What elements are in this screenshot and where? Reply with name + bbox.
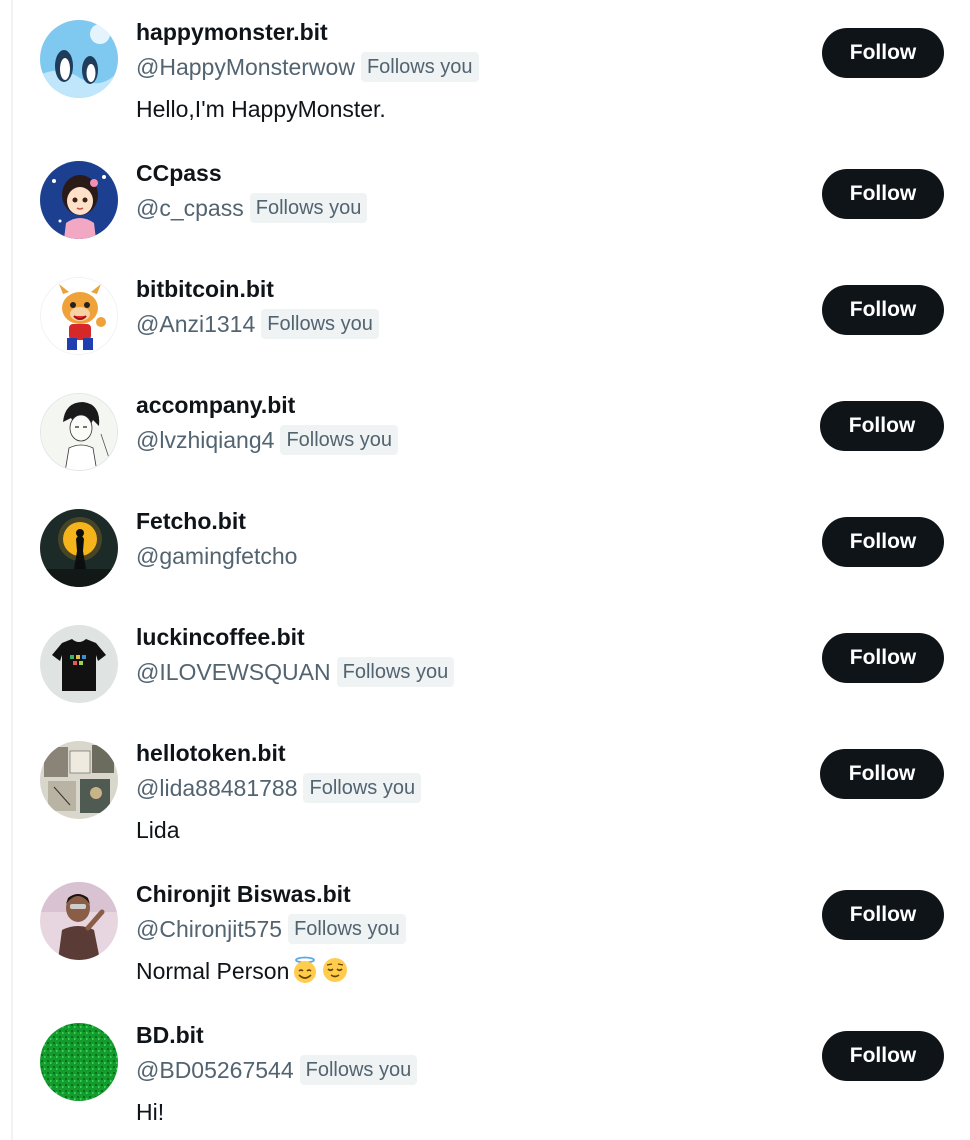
user-name[interactable]: Chironjit Biswas.bit (136, 878, 351, 910)
handle-line: @c_cpass Follows you (136, 191, 368, 225)
handle-line: @lvzhiqiang4 Follows you (136, 423, 399, 457)
user-name[interactable]: happymonster.bit (136, 16, 328, 48)
user-bio: Hi! (136, 1099, 165, 1125)
follow-button[interactable]: Follow (822, 890, 944, 940)
user-name[interactable]: CCpass (136, 157, 222, 189)
follows-you-badge: Follows you (299, 1055, 418, 1085)
user-handle[interactable]: @HappyMonsterwow (136, 54, 355, 81)
handle-line: @Chironjit575 Follows you (136, 912, 406, 946)
user-name[interactable]: bitbitcoin.bit (136, 273, 274, 305)
follow-button[interactable]: Follow (822, 28, 944, 78)
cartoon-cow-avatar[interactable] (40, 277, 118, 355)
follows-you-badge: Follows you (288, 914, 406, 944)
user-handle[interactable]: @Anzi1314 (136, 311, 255, 338)
follows-you-badge: Follows you (336, 657, 455, 687)
user-handle[interactable]: @lvzhiqiang4 (136, 427, 274, 454)
user-handle[interactable]: @ILOVEWSQUAN (136, 659, 331, 686)
handle-line: @ILOVEWSQUAN Follows you (136, 655, 455, 689)
user-handle[interactable]: @c_cpass (136, 195, 244, 222)
handle-line: @gamingfetcho (136, 539, 297, 573)
user-bio: Hello,I'm HappyMonster. (136, 96, 386, 122)
follows-you-badge: Follows you (360, 52, 479, 82)
green-pattern-avatar[interactable] (40, 1023, 118, 1101)
follows-you-badge: Follows you (249, 193, 368, 223)
follow-button[interactable]: Follow (822, 285, 944, 335)
follows-you-badge: Follows you (261, 309, 379, 339)
follow-button[interactable]: Follow (820, 401, 944, 451)
follow-button[interactable]: Follow (822, 517, 944, 567)
anime-girl-avatar[interactable] (40, 161, 118, 239)
followers-list: happymonster.bit @HappyMonsterwow Follow… (0, 0, 970, 1140)
user-handle[interactable]: @gamingfetcho (136, 543, 297, 570)
sketch-person-avatar[interactable] (40, 393, 118, 471)
bio-text: Normal Person (136, 958, 290, 984)
user-handle[interactable]: @Chironjit575 (136, 916, 282, 943)
collage-avatar[interactable] (40, 741, 118, 819)
user-name[interactable]: BD.bit (136, 1019, 204, 1051)
person-photo-avatar[interactable] (40, 882, 118, 960)
tshirt-avatar[interactable] (40, 625, 118, 703)
moon-silhouette-avatar[interactable] (40, 509, 118, 587)
follow-button[interactable]: Follow (820, 749, 944, 799)
handle-line: @HappyMonsterwow Follows you (136, 50, 479, 84)
penguin-avatar[interactable] (40, 20, 118, 98)
follows-you-badge: Follows you (280, 425, 399, 455)
user-name[interactable]: luckincoffee.bit (136, 621, 305, 653)
user-bio: Normal Person (136, 956, 349, 986)
follow-button[interactable]: Follow (822, 169, 944, 219)
user-name[interactable]: Fetcho.bit (136, 505, 246, 537)
follow-button[interactable]: Follow (822, 633, 944, 683)
user-handle[interactable]: @lida88481788 (136, 775, 297, 802)
user-bio: Lida (136, 817, 180, 843)
handle-line: @BD05267544 Follows you (136, 1053, 418, 1087)
user-handle[interactable]: @BD05267544 (136, 1057, 294, 1084)
user-name[interactable]: accompany.bit (136, 389, 295, 421)
halo-smile-emoji-icon (294, 956, 317, 983)
user-name[interactable]: hellotoken.bit (136, 737, 286, 769)
follow-button[interactable]: Follow (822, 1031, 944, 1081)
relieved-face-emoji-icon (323, 958, 348, 982)
handle-line: @lida88481788 Follows you (136, 771, 422, 805)
handle-line: @Anzi1314 Follows you (136, 307, 379, 341)
follows-you-badge: Follows you (303, 773, 422, 803)
